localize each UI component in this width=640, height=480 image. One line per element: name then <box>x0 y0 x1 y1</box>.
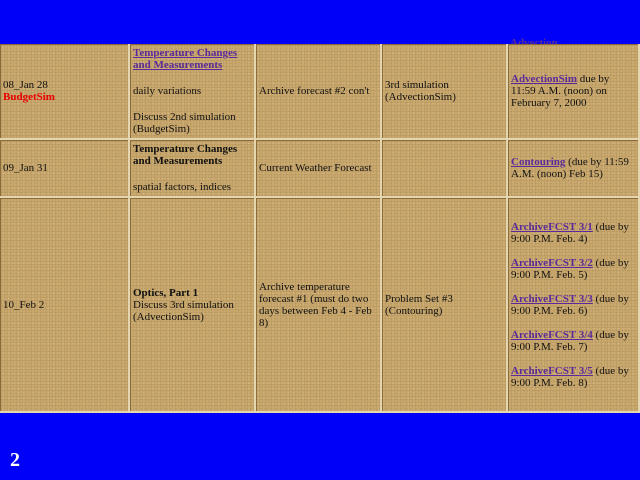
page-number: 2 <box>10 449 20 471</box>
due-cell: AdvectionSim due by 11:59 A.M. (noon) on… <box>508 44 640 140</box>
session-cell: 09_Jan 31 <box>0 140 130 198</box>
forecast-text: Archive temperature forecast #1 (must do… <box>259 280 372 329</box>
schedule-table: 08_Jan 28 BudgetSim Temperature Changes … <box>0 44 640 413</box>
archive-forecast-link[interactable]: ArchiveFCST 3/4 <box>511 329 593 341</box>
topic-title: Temperature Changes and Measurements <box>133 143 238 167</box>
archive-forecast-link[interactable]: ArchiveFCST 3/5 <box>511 365 593 377</box>
archive-forecast-link[interactable]: ArchiveFCST 3/1 <box>511 221 593 233</box>
assignment-text: Problem Set #3 (Contouring) <box>385 292 453 317</box>
table-row: 08_Jan 28 BudgetSim Temperature Changes … <box>0 44 640 140</box>
due-cell: ArchiveFCST 3/1 (due by 9:00 P.M. Feb. 4… <box>508 198 640 413</box>
assignment-cell: 3rd simulation (AdvectionSim) <box>382 44 508 140</box>
topic-cell: Temperature Changes and Measurements spa… <box>130 140 256 198</box>
assignment-cell: Problem Set #3 (Contouring) <box>382 198 508 413</box>
session-date: 10_Feb 2 <box>3 298 45 311</box>
top-band: Advection... <box>0 0 640 49</box>
forecast-text: Current Weather Forecast <box>259 162 372 174</box>
forecast-text: Archive forecast #2 con't <box>259 85 370 97</box>
forecast-cell: Archive temperature forecast #1 (must do… <box>256 198 382 413</box>
table-row: 10_Feb 2 Optics, Part 1 Discuss 3rd simu… <box>0 198 640 413</box>
session-date: 08_Jan 28 <box>3 79 48 91</box>
session-cell: 08_Jan 28 BudgetSim <box>0 44 130 140</box>
session-cell: 10_Feb 2 <box>0 198 130 413</box>
archive-forecast-link[interactable]: ArchiveFCST 3/2 <box>511 257 593 269</box>
assignment-text: 3rd simulation (AdvectionSim) <box>385 79 456 103</box>
schedule-table-container: 08_Jan 28 BudgetSim Temperature Changes … <box>0 44 640 413</box>
topic-detail: spatial factors, indices <box>133 181 232 193</box>
archive-forecast-link[interactable]: ArchiveFCST 3/3 <box>511 293 593 305</box>
due-link[interactable]: Contouring <box>511 156 565 168</box>
forecast-cell: Current Weather Forecast <box>256 140 382 198</box>
topic-cell: Temperature Changes and Measurements dai… <box>130 44 256 140</box>
topic-link[interactable]: Temperature Changes and Measurements <box>133 47 251 71</box>
due-item: ArchiveFCST 3/1 (due by 9:00 P.M. Feb. 4… <box>511 221 635 245</box>
due-item: ArchiveFCST 3/4 (due by 9:00 P.M. Feb. 7… <box>511 329 635 353</box>
due-cell: Contouring (due by 11:59 A.M. (noon) Feb… <box>508 140 640 198</box>
session-alert: BudgetSim <box>3 91 55 103</box>
topic-detail: Discuss 3rd simulation (AdvectionSim) <box>133 298 234 323</box>
topic-title: Optics, Part 1 <box>133 286 199 299</box>
table-row: 09_Jan 31 Temperature Changes and Measur… <box>0 140 640 198</box>
session-date: 09_Jan 31 <box>3 162 48 174</box>
due-item: ArchiveFCST 3/3 (due by 9:00 P.M. Feb. 6… <box>511 293 635 317</box>
topic-detail: Discuss 2nd simulation (BudgetSim) <box>133 111 236 135</box>
due-item: ArchiveFCST 3/5 (due by 9:00 P.M. Feb. 8… <box>511 365 635 389</box>
topic-cell: Optics, Part 1 Discuss 3rd simulation (A… <box>130 198 256 413</box>
due-link[interactable]: AdvectionSim <box>511 73 577 85</box>
due-item: ArchiveFCST 3/2 (due by 9:00 P.M. Feb. 5… <box>511 257 635 281</box>
topic-detail: daily variations <box>133 85 202 97</box>
forecast-cell: Archive forecast #2 con't <box>256 44 382 140</box>
assignment-cell <box>382 140 508 198</box>
